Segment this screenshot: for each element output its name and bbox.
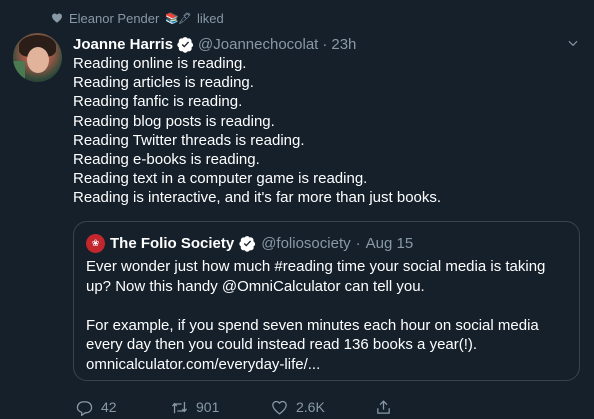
quoted-line — [86, 296, 571, 316]
reply-count: 42 — [101, 399, 117, 415]
heart-icon — [52, 13, 62, 23]
tweet-text: Reading online is reading. Reading artic… — [73, 54, 573, 208]
tweet-actions: 42 901 2.6K — [76, 397, 392, 417]
tweet-line: Reading online is reading. — [73, 55, 247, 72]
tweet-line: Reading text in a computer game is readi… — [73, 170, 368, 188]
reply-icon — [76, 400, 93, 416]
quoted-tweet[interactable]: ❀ The Folio Society @foliosociety · Aug … — [73, 221, 580, 381]
quoted-author-name[interactable]: The Folio Society — [110, 235, 234, 252]
retweet-count: 901 — [196, 399, 220, 415]
like-button[interactable]: 2.6K — [271, 399, 375, 416]
quoted-link[interactable]: omnicalculator.com/everyday-life/... — [86, 355, 571, 375]
quoted-timestamp[interactable]: Aug 15 — [366, 235, 414, 252]
social-context-emoji: 📚🖋 — [165, 12, 192, 25]
quoted-tweet-text: Ever wonder just how much #reading time … — [86, 257, 571, 375]
tweet-line: Reading e-books is reading. — [73, 151, 260, 169]
tweet-header: Joanne Harris @Joannechocolat · 23h — [73, 33, 554, 55]
social-context-action: liked — [197, 10, 224, 26]
heart-icon — [272, 400, 287, 415]
quoted-tweet-header: ❀ The Folio Society @foliosociety · Aug … — [86, 233, 413, 253]
share-icon — [377, 399, 390, 414]
author-name[interactable]: Joanne Harris — [73, 36, 173, 53]
tweet-line: Reading articles is reading. — [73, 74, 254, 92]
separator-dot: · — [355, 234, 361, 252]
tweet-line: Reading Twitter threads is reading. — [73, 131, 305, 149]
quoted-line: For example, if you spend seven minutes … — [86, 316, 539, 334]
quoted-avatar[interactable]: ❀ — [86, 233, 105, 253]
quoted-line: every day then you could instead read 13… — [86, 336, 478, 354]
verified-badge-icon — [177, 36, 194, 53]
author-handle[interactable]: @Joannechocolat — [198, 36, 318, 53]
share-button[interactable] — [375, 399, 392, 416]
social-context-user[interactable]: Eleanor Pender — [69, 11, 159, 26]
quoted-line: up? Now this handy @OmniCalculator can t… — [86, 277, 425, 295]
tweet-line: Reading fanfic is reading. — [73, 93, 243, 111]
retweet-button[interactable]: 901 — [171, 399, 271, 416]
like-count: 2.6K — [296, 399, 325, 415]
retweet-icon — [171, 401, 188, 413]
tweet-line: Reading is interactive, and it's far mor… — [73, 189, 442, 207]
avatar[interactable] — [13, 33, 62, 82]
social-context: Eleanor Pender 📚🖋 liked — [51, 9, 224, 27]
reply-button[interactable]: 42 — [76, 399, 171, 416]
quoted-author-handle[interactable]: @foliosociety — [261, 235, 350, 252]
tweet-timestamp[interactable]: 23h — [331, 36, 356, 53]
separator-dot: · — [322, 35, 328, 53]
tweet-line: Reading blog posts is reading. — [73, 112, 275, 130]
chevron-down-icon[interactable] — [566, 36, 580, 50]
verified-badge-icon — [239, 235, 256, 252]
quoted-line: Ever wonder just how much #reading time … — [86, 258, 546, 275]
